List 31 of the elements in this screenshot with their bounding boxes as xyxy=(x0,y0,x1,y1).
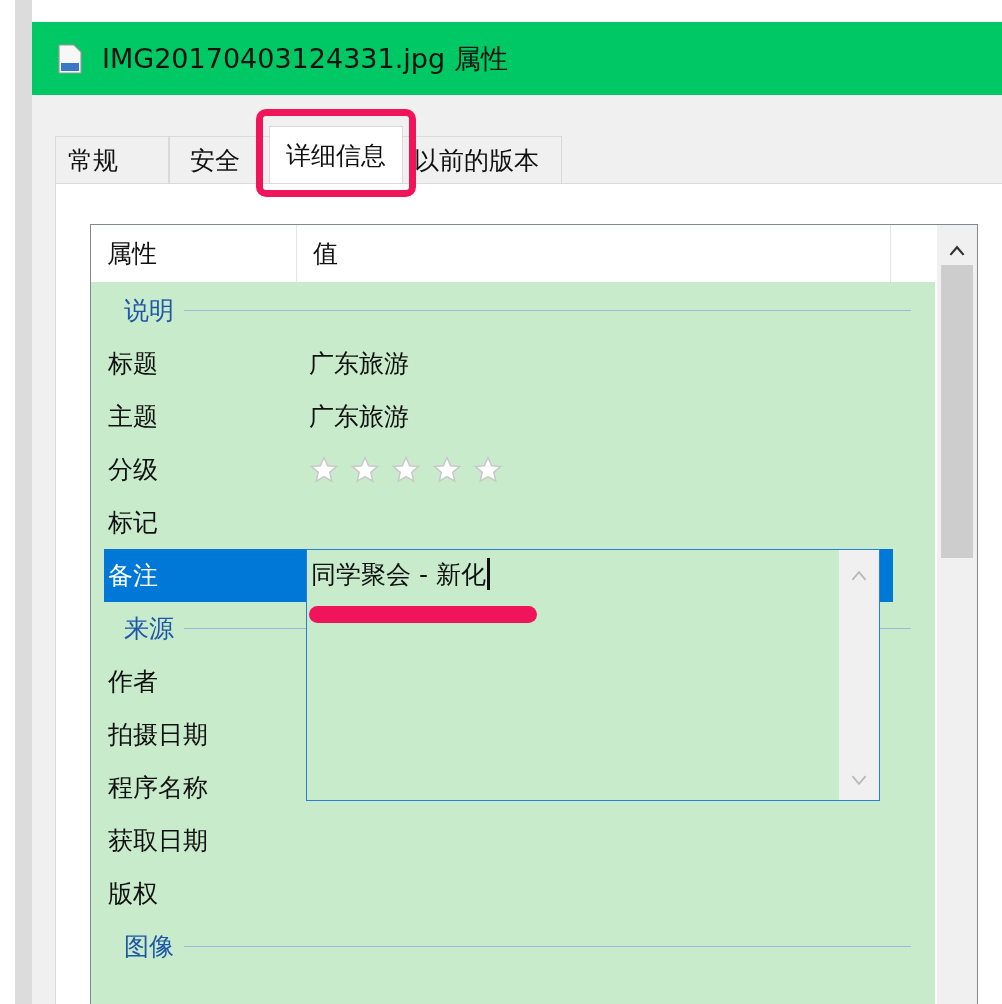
star-icon[interactable] xyxy=(350,454,380,485)
scrollbar-thumb[interactable] xyxy=(941,265,973,558)
tab[interactable]: 安全 xyxy=(169,136,271,183)
scroll-down-icon[interactable] xyxy=(851,775,867,786)
comment-field[interactable]: 同学聚会 - 新化 xyxy=(306,549,880,801)
property-name[interactable]: 备注 xyxy=(108,559,309,592)
property-name[interactable]: 作者 xyxy=(108,665,309,698)
star-icon[interactable] xyxy=(309,454,339,485)
property-name[interactable]: 标记 xyxy=(108,506,309,539)
property-name[interactable]: 标题 xyxy=(108,347,309,380)
file-icon xyxy=(58,43,82,74)
property-value: 广东旅游 xyxy=(309,348,409,380)
property-name[interactable]: 获取日期 xyxy=(108,824,309,857)
star-icon[interactable] xyxy=(391,454,421,485)
property-name[interactable]: 拍摄日期 xyxy=(108,718,309,751)
property-name[interactable]: 版权 xyxy=(108,877,309,910)
tab[interactable]: 详细信息 xyxy=(269,126,403,183)
property-value: 广东旅游 xyxy=(309,401,409,433)
window-title: IMG20170403124331.jpg 属性 xyxy=(102,41,508,76)
property-name[interactable]: 主题 xyxy=(108,400,309,433)
star-rating[interactable] xyxy=(309,454,503,485)
star-icon[interactable] xyxy=(432,454,462,485)
tab[interactable]: 以前的版本 xyxy=(401,136,562,183)
star-icon[interactable] xyxy=(473,454,503,485)
scroll-up-icon[interactable] xyxy=(949,245,965,256)
group-label: 图像 xyxy=(123,931,175,963)
tab[interactable]: 常规 xyxy=(55,136,169,183)
group-label: 说明 xyxy=(123,295,175,327)
property-name[interactable]: 程序名称 xyxy=(108,771,309,804)
group-label: 来源 xyxy=(123,613,175,645)
property-name[interactable]: 分级 xyxy=(108,453,309,486)
